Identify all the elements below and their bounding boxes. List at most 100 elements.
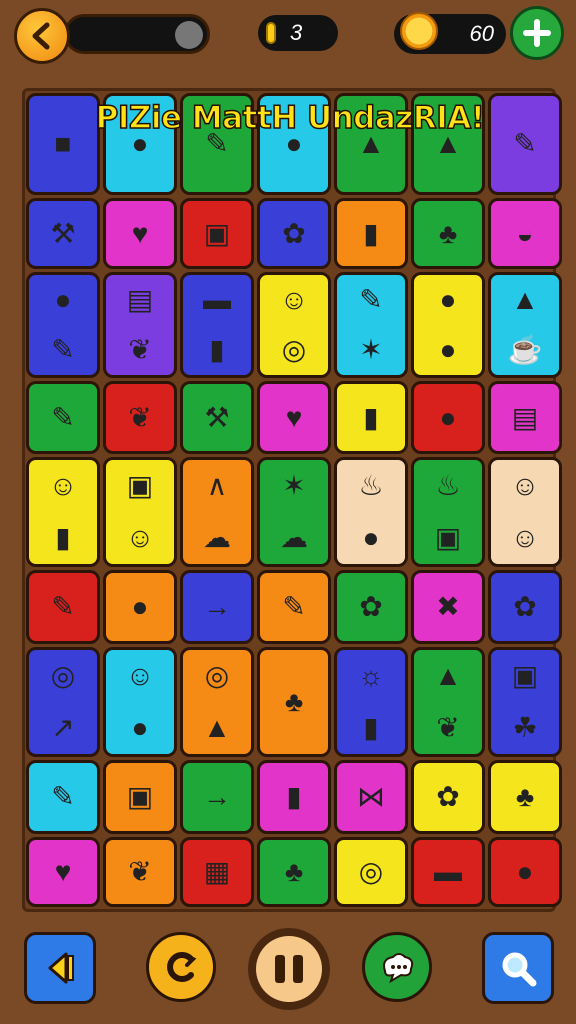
tile[interactable]: ◎ ↗ [26,647,100,757]
tile[interactable]: ▮ [334,381,408,454]
box-icon: ▣ [434,522,462,553]
palm-tree-icon: ♣ [284,686,304,717]
tile[interactable]: ♥ [257,381,331,454]
can-icon: ▮ [363,712,379,743]
leaf-icon: ❦ [128,856,152,887]
tile[interactable]: ♣ [411,198,485,269]
search-button[interactable] [482,932,554,1004]
donut-icon: ◎ [281,334,307,365]
tile[interactable]: ▤ [488,381,562,454]
fern-icon: ✶ [282,470,306,501]
add-button[interactable] [510,6,564,60]
bow-icon: ⋈ [357,781,385,812]
tile[interactable]: ◎ ▲ [180,647,254,757]
tile[interactable]: ▣ ☺ [103,457,177,567]
tile[interactable]: ⚒ [180,381,254,454]
tile[interactable]: ✿ [257,198,331,269]
palm-tree-icon: ♣ [515,781,535,812]
flower-icon: ✿ [513,591,537,622]
tile[interactable]: ✿ [334,570,408,644]
leaf-icon: ❦ [128,334,152,365]
gift-icon: ▣ [511,660,539,691]
refresh-button[interactable] [146,932,216,1002]
tile[interactable]: → [180,760,254,834]
face-icon: ☺ [510,470,540,501]
building-icon: ▦ [203,856,231,887]
tile[interactable]: ▮ [334,198,408,269]
tile[interactable]: ✎ ✶ [334,272,408,378]
tile[interactable]: ◎ [334,837,408,907]
tile[interactable]: ▣ [180,198,254,269]
tile[interactable]: ⋈ [334,760,408,834]
tile[interactable]: ♣ [257,647,331,757]
tile[interactable]: ◒ [488,198,562,269]
tile[interactable]: ☼ ▮ [334,647,408,757]
tile[interactable]: ✎ [26,381,100,454]
tile[interactable]: ▬ ▮ [180,272,254,378]
tile[interactable]: ▣ ☘ [488,647,562,757]
tile[interactable]: ♨ ● [334,457,408,567]
palm-tree-icon: ♣ [438,217,458,249]
tile[interactable]: ☺ ☺ [488,457,562,567]
refresh-icon [167,952,197,982]
tile[interactable]: ▮ [257,760,331,834]
trowel-icon: ⚒ [204,401,230,433]
tile[interactable]: ❦ [103,837,177,907]
tile[interactable]: ♨ ▣ [411,457,485,567]
tile[interactable]: ❦ [103,381,177,454]
chili-icon: ✶ [359,334,383,365]
lemon-icon: ● [131,712,149,743]
tile[interactable]: ● [411,381,485,454]
tile[interactable]: ⚒ [26,198,100,269]
bread-icon: ▬ [203,284,231,315]
cloud-icon: ☁ [280,522,308,553]
tile[interactable]: ✎ [26,760,100,834]
tile[interactable]: ♣ [488,760,562,834]
tile[interactable]: ✿ [411,760,485,834]
undo-button[interactable] [24,932,96,1004]
tile[interactable]: ✎ [26,570,100,644]
tile[interactable]: ● [488,837,562,907]
coin-counter: 3 [258,15,338,51]
tile[interactable]: ✖ [411,570,485,644]
tile[interactable]: ● ✎ [26,272,100,378]
back-button[interactable] [14,8,70,64]
tile[interactable]: ▲ ❦ [411,647,485,757]
tile[interactable]: → [180,570,254,644]
leaf-icon: ❦ [128,401,152,433]
tile[interactable]: ☺ ▮ [26,457,100,567]
tile[interactable]: ▬ [411,837,485,907]
tile[interactable]: ☺ ● [103,647,177,757]
chat-button[interactable] [362,932,432,1002]
tile[interactable]: ♣ [257,837,331,907]
tile[interactable]: ▤ ❦ [103,272,177,378]
tile[interactable]: ♥ [26,837,100,907]
arrow-icon: ↗ [51,712,75,743]
chat-icon [383,953,414,984]
tile[interactable]: ● [103,570,177,644]
pause-button[interactable] [248,928,330,1010]
tile[interactable]: ✶ ☁ [257,457,331,567]
face-icon: ☺ [48,470,78,501]
tile[interactable]: ✎ [257,570,331,644]
tomato-icon: ● [439,284,457,315]
pencil-icon: ✎ [51,591,75,622]
palm-tree-icon: ♣ [284,856,304,887]
marker-icon: ✎ [359,284,383,315]
tile[interactable]: ∧ ☁ [180,457,254,567]
marker-icon: ✎ [51,401,75,433]
tile[interactable]: ☺ ◎ [257,272,331,378]
tile[interactable]: ▦ [180,837,254,907]
pencil-icon: ✎ [51,334,75,365]
tile[interactable]: ● ● [411,272,485,378]
scissors-icon: ✖ [436,591,460,622]
tile[interactable]: ▣ [103,760,177,834]
tile[interactable]: ▲ ☕ [488,272,562,378]
progress-knob [175,21,203,49]
tile[interactable]: ♥ [103,198,177,269]
tomato-icon: ● [131,591,149,622]
progress-bar [64,14,210,54]
tile[interactable]: ✿ [488,570,562,644]
book-icon: ▬ [434,856,462,887]
syringe-icon: → [203,591,231,622]
